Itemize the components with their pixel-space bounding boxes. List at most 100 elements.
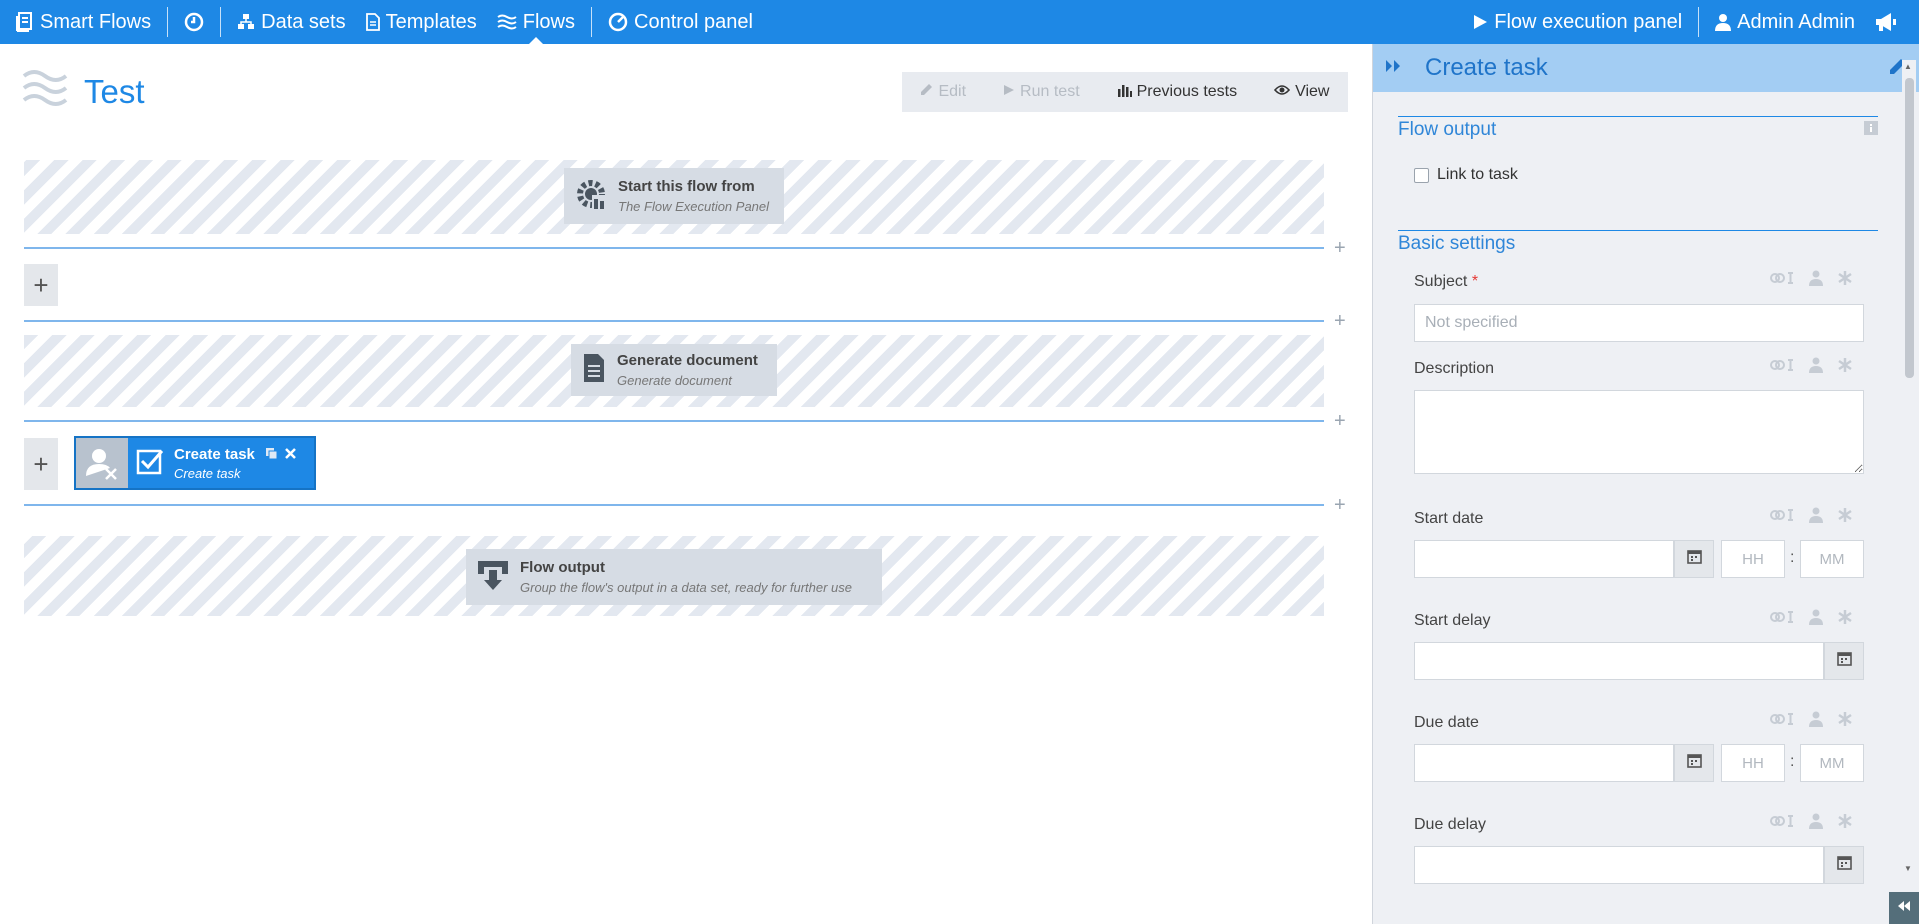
user-icon[interactable] bbox=[1809, 609, 1823, 625]
start-delay-calendar-button[interactable] bbox=[1824, 642, 1864, 680]
user-icon[interactable] bbox=[1809, 711, 1823, 727]
link-variable-icon[interactable] bbox=[1769, 357, 1795, 373]
expand-panel-button[interactable] bbox=[1889, 892, 1919, 924]
link-variable-icon[interactable] bbox=[1769, 507, 1795, 523]
nav-data-sets[interactable]: Data sets bbox=[227, 0, 355, 44]
scroll-up-arrow[interactable]: ▲ bbox=[1904, 62, 1912, 71]
previous-tests-label: Previous tests bbox=[1136, 83, 1238, 100]
link-variable-icon[interactable] bbox=[1769, 813, 1795, 829]
brand-link[interactable]: Smart Flows bbox=[0, 0, 161, 44]
insert-step-button[interactable]: + bbox=[1334, 495, 1346, 515]
due-date-label: Due date bbox=[1414, 714, 1479, 731]
insert-step-button[interactable]: + bbox=[1334, 238, 1346, 258]
start-date-field-options bbox=[1769, 507, 1853, 523]
flow-waves-icon bbox=[22, 66, 68, 117]
start-date-minutes[interactable] bbox=[1800, 540, 1864, 578]
asterisk-icon[interactable] bbox=[1837, 813, 1853, 829]
nav-control-panel[interactable]: Control panel bbox=[598, 0, 763, 44]
step-divider bbox=[24, 320, 1324, 322]
create-task-node[interactable]: Create task Create task bbox=[74, 436, 316, 490]
add-action-button[interactable]: + bbox=[24, 264, 58, 306]
link-to-task-label: Link to task bbox=[1437, 166, 1518, 183]
task-node-subtitle: Create task bbox=[174, 465, 241, 481]
flow-execution-panel-link[interactable]: Flow execution panel bbox=[1462, 0, 1692, 44]
view-button[interactable]: View bbox=[1274, 83, 1329, 101]
panel-scrollbar[interactable]: ▲ ▼ bbox=[1902, 60, 1916, 876]
start-date-input[interactable] bbox=[1414, 540, 1674, 578]
nav-flows[interactable]: Flows bbox=[487, 0, 585, 44]
edit-button[interactable]: Edit bbox=[920, 83, 966, 101]
description-field-options bbox=[1769, 357, 1853, 373]
nav-templates-label: Templates bbox=[385, 10, 477, 33]
link-variable-icon[interactable] bbox=[1769, 609, 1795, 625]
asterisk-icon[interactable] bbox=[1837, 609, 1853, 625]
add-action-button[interactable]: + bbox=[24, 438, 58, 490]
user-icon[interactable] bbox=[1809, 507, 1823, 523]
subject-input[interactable] bbox=[1414, 304, 1864, 342]
panel-header: Create task bbox=[1373, 44, 1919, 92]
description-textarea[interactable] bbox=[1414, 390, 1864, 474]
start-date-calendar-button[interactable] bbox=[1674, 540, 1714, 578]
link-to-task-checkbox[interactable] bbox=[1414, 167, 1429, 183]
step-divider bbox=[24, 420, 1324, 422]
start-node[interactable]: Start this flow from The Flow Execution … bbox=[564, 168, 784, 224]
calendar-icon bbox=[1686, 753, 1702, 773]
info-icon[interactable] bbox=[1864, 121, 1878, 140]
announcements-button[interactable] bbox=[1865, 0, 1919, 44]
user-icon[interactable] bbox=[1809, 270, 1823, 286]
history-button[interactable] bbox=[174, 0, 214, 44]
flow-output-section-title: Flow output bbox=[1398, 119, 1497, 140]
basic-settings-title: Basic settings bbox=[1398, 233, 1516, 254]
eye-icon bbox=[1274, 83, 1291, 101]
insert-step-button[interactable]: + bbox=[1334, 411, 1346, 431]
scrollbar-thumb[interactable] bbox=[1905, 78, 1914, 378]
output-node-title: Flow output bbox=[520, 559, 605, 576]
previous-tests-button[interactable]: Previous tests bbox=[1117, 83, 1237, 102]
due-date-hours[interactable] bbox=[1721, 744, 1785, 782]
step-divider bbox=[24, 504, 1324, 506]
copy-icon[interactable] bbox=[265, 447, 278, 465]
user-name: Admin Admin bbox=[1737, 10, 1855, 33]
asterisk-icon[interactable] bbox=[1837, 357, 1853, 373]
basic-settings-section: Basic settings bbox=[1398, 230, 1878, 255]
due-delay-calendar-button[interactable] bbox=[1824, 846, 1864, 884]
top-navbar: Smart Flows Data sets Templates Flows Co… bbox=[0, 0, 1919, 44]
start-delay-input[interactable] bbox=[1414, 642, 1824, 680]
properties-panel: Create task Flow output Link to task Bas… bbox=[1372, 44, 1919, 924]
user-icon[interactable] bbox=[1809, 357, 1823, 373]
nav-divider bbox=[591, 7, 592, 37]
start-node-title: Start this flow from bbox=[618, 178, 755, 195]
double-chevron-left-icon bbox=[1897, 899, 1911, 917]
nav-divider bbox=[167, 7, 169, 37]
collapse-panel-icon[interactable] bbox=[1385, 59, 1403, 78]
time-separator: : bbox=[1790, 549, 1795, 566]
nav-templates[interactable]: Templates bbox=[356, 0, 487, 44]
asterisk-icon[interactable] bbox=[1837, 711, 1853, 727]
nav-control-panel-label: Control panel bbox=[634, 10, 753, 33]
description-label: Description bbox=[1414, 360, 1495, 377]
link-variable-icon[interactable] bbox=[1769, 711, 1795, 727]
due-date-field-options bbox=[1769, 711, 1853, 727]
asterisk-icon[interactable] bbox=[1837, 507, 1853, 523]
generate-document-node[interactable]: Generate document Generate document bbox=[571, 344, 777, 396]
dashboard-gauge-icon bbox=[608, 12, 628, 32]
calendar-icon bbox=[1836, 651, 1852, 671]
run-test-button[interactable]: Run test bbox=[1003, 83, 1080, 101]
due-delay-label: Due delay bbox=[1414, 816, 1487, 833]
scroll-down-arrow[interactable]: ▼ bbox=[1904, 864, 1912, 873]
run-test-label: Run test bbox=[1020, 83, 1080, 100]
flow-canvas: Test Edit Run test Previous tests View S… bbox=[0, 44, 1372, 924]
insert-step-button[interactable]: + bbox=[1334, 311, 1346, 331]
user-icon[interactable] bbox=[1809, 813, 1823, 829]
due-date-input[interactable] bbox=[1414, 744, 1674, 782]
due-date-calendar-button[interactable] bbox=[1674, 744, 1714, 782]
start-date-hours[interactable] bbox=[1721, 540, 1785, 578]
asterisk-icon[interactable] bbox=[1837, 270, 1853, 286]
flow-output-node[interactable]: Flow output Group the flow's output in a… bbox=[466, 549, 882, 605]
link-variable-icon[interactable] bbox=[1769, 270, 1795, 286]
due-date-minutes[interactable] bbox=[1800, 744, 1864, 782]
close-icon[interactable] bbox=[284, 447, 297, 465]
brand-label: Smart Flows bbox=[40, 10, 152, 33]
due-delay-input[interactable] bbox=[1414, 846, 1824, 884]
user-menu[interactable]: Admin Admin bbox=[1705, 0, 1865, 44]
